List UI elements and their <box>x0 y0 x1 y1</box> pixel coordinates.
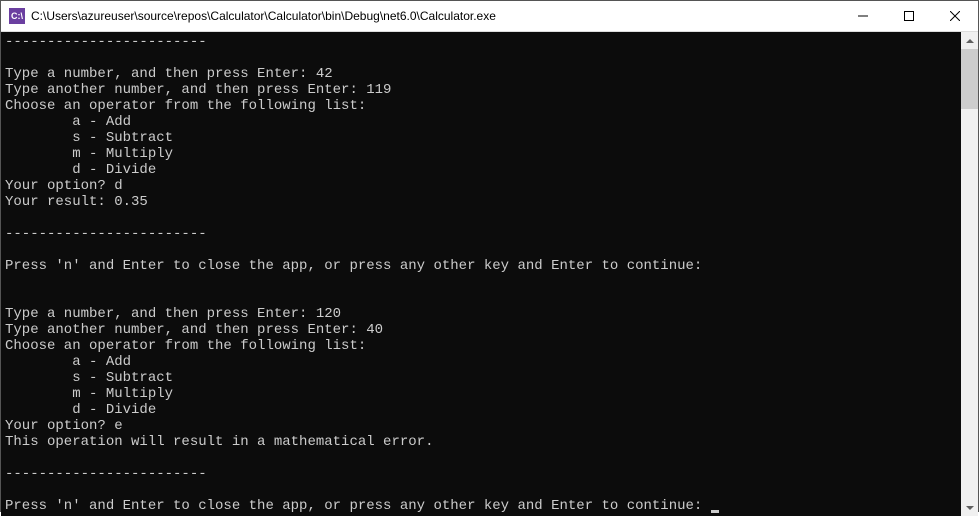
console-line: s - Subtract <box>5 130 957 146</box>
titlebar: C:\ C:\Users\azureuser\source\repos\Calc… <box>1 1 978 32</box>
console-line: s - Subtract <box>5 370 957 386</box>
console-line: Choose an operator from the following li… <box>5 98 957 114</box>
scrollbar-track[interactable] <box>961 49 978 499</box>
console-line: Your result: 0.35 <box>5 194 957 210</box>
console-line: m - Multiply <box>5 146 957 162</box>
window-controls <box>840 1 978 31</box>
console-line: This operation will result in a mathemat… <box>5 434 957 450</box>
console-line: Your option? d <box>5 178 957 194</box>
console-line <box>5 290 957 306</box>
console-line <box>5 50 957 66</box>
console-area: ------------------------ Type a number, a… <box>1 32 978 516</box>
scrollbar-thumb[interactable] <box>961 49 978 109</box>
scroll-up-button[interactable] <box>961 32 978 49</box>
console-line: ------------------------ <box>5 34 957 50</box>
console-line <box>5 210 957 226</box>
console-line: m - Multiply <box>5 386 957 402</box>
console-line: Type another number, and then press Ente… <box>5 322 957 338</box>
console-line: ------------------------ <box>5 226 957 242</box>
console-line: Type a number, and then press Enter: 120 <box>5 306 957 322</box>
window-title: C:\Users\azureuser\source\repos\Calculat… <box>31 9 840 23</box>
console-line: Choose an operator from the following li… <box>5 338 957 354</box>
console-line <box>5 482 957 498</box>
scroll-down-button[interactable] <box>961 499 978 516</box>
console-line: a - Add <box>5 354 957 370</box>
console-line: Type another number, and then press Ente… <box>5 82 957 98</box>
console-line: d - Divide <box>5 162 957 178</box>
console-output[interactable]: ------------------------ Type a number, a… <box>1 32 961 516</box>
console-line <box>5 274 957 290</box>
maximize-button[interactable] <box>886 1 932 31</box>
console-line: Press 'n' and Enter to close the app, or… <box>5 258 957 274</box>
console-line: d - Divide <box>5 402 957 418</box>
console-line: ------------------------ <box>5 466 957 482</box>
minimize-button[interactable] <box>840 1 886 31</box>
console-line <box>5 242 957 258</box>
console-line: Type a number, and then press Enter: 42 <box>5 66 957 82</box>
app-icon: C:\ <box>9 8 25 24</box>
console-window: C:\ C:\Users\azureuser\source\repos\Calc… <box>0 0 979 512</box>
console-line: Your option? e <box>5 418 957 434</box>
close-button[interactable] <box>932 1 978 31</box>
vertical-scrollbar[interactable] <box>961 32 978 516</box>
console-line <box>5 450 957 466</box>
console-line: a - Add <box>5 114 957 130</box>
